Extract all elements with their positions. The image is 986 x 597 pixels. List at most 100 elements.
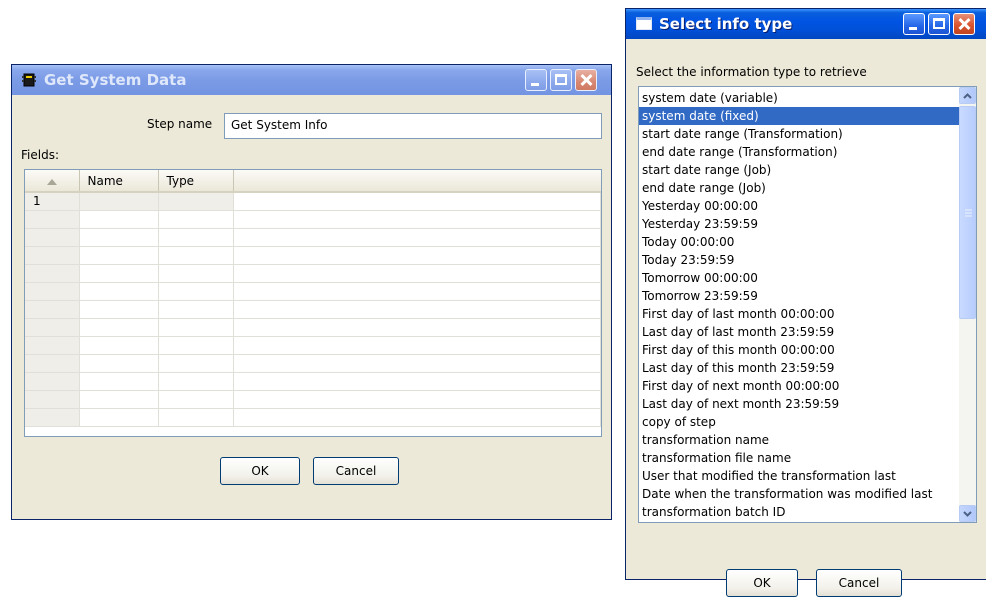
cell-empty[interactable]: [158, 264, 234, 283]
list-item[interactable]: transformation file name: [639, 449, 961, 467]
close-icon: [576, 70, 596, 90]
list-item[interactable]: First day of next month 00:00:00: [639, 377, 961, 395]
info-type-list-items: system date (variable) system date (fixed…: [639, 89, 961, 521]
ok-button[interactable]: OK: [726, 569, 798, 597]
cell-empty[interactable]: [79, 372, 159, 391]
cell-empty[interactable]: [79, 336, 159, 355]
table-row-empty[interactable]: [25, 372, 601, 391]
list-item[interactable]: Yesterday 00:00:00: [639, 197, 961, 215]
fields-table[interactable]: Name Type 1: [24, 169, 602, 437]
list-item[interactable]: Today 00:00:00: [639, 233, 961, 251]
cell-empty[interactable]: [79, 246, 159, 265]
list-item[interactable]: start date range (Transformation): [639, 125, 961, 143]
table-row-empty[interactable]: [25, 210, 601, 229]
cell-type[interactable]: [158, 192, 234, 211]
table-row-empty[interactable]: [25, 282, 601, 301]
cell-empty[interactable]: [79, 264, 159, 283]
get-system-data-titlebar[interactable]: Get System Data: [12, 65, 611, 95]
list-item[interactable]: system date (fixed): [639, 107, 961, 125]
close-button[interactable]: [575, 69, 597, 91]
cell-empty[interactable]: [158, 318, 234, 337]
cell-empty[interactable]: [79, 228, 159, 247]
table-row[interactable]: 1: [25, 192, 601, 211]
row-number-empty: [25, 408, 80, 427]
table-row-empty[interactable]: [25, 264, 601, 283]
cell-empty[interactable]: [158, 336, 234, 355]
table-row-empty[interactable]: [25, 300, 601, 319]
maximize-button[interactable]: [550, 69, 572, 91]
window-title: Select info type: [659, 15, 793, 33]
list-item[interactable]: Today 23:59:59: [639, 251, 961, 269]
table-row-empty[interactable]: [25, 390, 601, 409]
list-item[interactable]: Last day of this month 23:59:59: [639, 359, 961, 377]
scroll-thumb[interactable]: [959, 106, 976, 319]
cell-filler: [233, 246, 601, 265]
cell-empty[interactable]: [158, 228, 234, 247]
list-item[interactable]: Last day of last month 23:59:59: [639, 323, 961, 341]
row-number-header[interactable]: [25, 170, 80, 193]
row-number-empty: [25, 318, 80, 337]
close-button[interactable]: [953, 13, 975, 35]
cell-empty[interactable]: [158, 390, 234, 409]
cell-empty[interactable]: [158, 354, 234, 373]
list-item[interactable]: end date range (Transformation): [639, 143, 961, 161]
table-row-empty[interactable]: [25, 246, 601, 265]
list-item[interactable]: First day of this month 00:00:00: [639, 341, 961, 359]
minimize-button[interactable]: [903, 13, 925, 35]
list-item[interactable]: start date range (Job): [639, 161, 961, 179]
cell-empty[interactable]: [79, 354, 159, 373]
cell-empty[interactable]: [158, 246, 234, 265]
list-item[interactable]: User that modified the transformation la…: [639, 467, 961, 485]
select-info-type-titlebar[interactable]: Select info type: [626, 9, 986, 39]
list-item[interactable]: system date (variable): [639, 89, 961, 107]
cell-empty[interactable]: [79, 390, 159, 409]
list-item[interactable]: end date range (Job): [639, 179, 961, 197]
list-item[interactable]: Tomorrow 00:00:00: [639, 269, 961, 287]
vertical-scrollbar[interactable]: [959, 87, 976, 522]
cell-empty[interactable]: [158, 372, 234, 391]
chevron-up-icon: [963, 92, 972, 99]
cell-empty[interactable]: [158, 282, 234, 301]
cell-filler: [233, 372, 601, 391]
list-item[interactable]: transformation batch ID: [639, 503, 961, 521]
cell-empty[interactable]: [158, 408, 234, 427]
cancel-button[interactable]: Cancel: [816, 569, 902, 597]
maximize-button[interactable]: [928, 13, 950, 35]
cancel-button[interactable]: Cancel: [313, 457, 399, 485]
table-row-empty[interactable]: [25, 228, 601, 247]
list-item[interactable]: Tomorrow 23:59:59: [639, 287, 961, 305]
list-item[interactable]: Last day of next month 23:59:59: [639, 395, 961, 413]
info-type-list[interactable]: system date (variable) system date (fixed…: [638, 86, 977, 523]
table-row-empty[interactable]: [25, 408, 601, 427]
maximize-icon: [555, 74, 567, 85]
scroll-down-button[interactable]: [959, 505, 976, 522]
cell-name[interactable]: [79, 192, 159, 211]
cell-empty[interactable]: [158, 210, 234, 229]
step-name-input[interactable]: Get System Info: [224, 113, 602, 139]
cell-empty[interactable]: [79, 282, 159, 301]
list-item[interactable]: copy of step: [639, 413, 961, 431]
row-number: 1: [25, 192, 80, 211]
list-item[interactable]: Yesterday 23:59:59: [639, 215, 961, 233]
column-header-name[interactable]: Name: [79, 170, 159, 193]
get-system-data-window: Get System Data Step name Get System Inf…: [11, 64, 612, 520]
cell-filler: [233, 210, 601, 229]
cell-empty[interactable]: [158, 300, 234, 319]
table-row-empty[interactable]: [25, 336, 601, 355]
cell-empty[interactable]: [79, 300, 159, 319]
cell-empty[interactable]: [79, 318, 159, 337]
row-number-empty: [25, 246, 80, 265]
ok-button[interactable]: OK: [220, 457, 300, 485]
scroll-up-button[interactable]: [959, 87, 976, 104]
column-header-type[interactable]: Type: [158, 170, 234, 193]
list-item[interactable]: First day of last month 00:00:00: [639, 305, 961, 323]
cell-empty[interactable]: [79, 408, 159, 427]
cell-filler: [233, 192, 601, 211]
list-item[interactable]: transformation name: [639, 431, 961, 449]
list-item[interactable]: Date when the transformation was modifie…: [639, 485, 961, 503]
minimize-button[interactable]: [525, 69, 547, 91]
table-row-empty[interactable]: [25, 318, 601, 337]
cell-empty[interactable]: [79, 210, 159, 229]
row-number-empty: [25, 390, 80, 409]
table-row-empty[interactable]: [25, 354, 601, 373]
